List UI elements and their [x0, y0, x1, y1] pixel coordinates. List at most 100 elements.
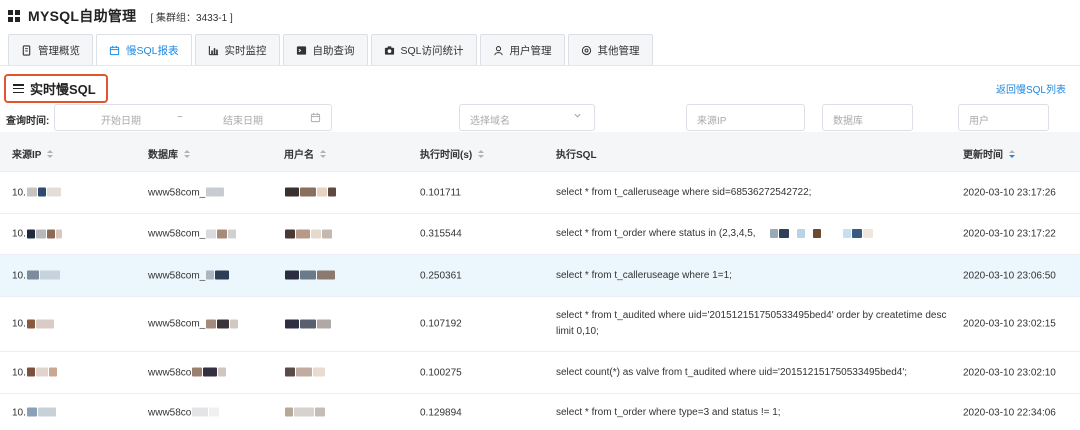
user-placeholder: 用户 [969, 116, 989, 127]
database-placeholder: 数据库 [833, 116, 863, 127]
section-title: 实时慢SQL [30, 82, 96, 97]
sort-icon[interactable] [320, 149, 326, 158]
column-label: 执行SQL [556, 150, 597, 161]
terminal-icon [296, 45, 306, 55]
database-cell: www58co [148, 407, 220, 418]
tab-user-management[interactable]: 用户管理 [479, 34, 565, 65]
column-label: 来源IP [12, 150, 42, 161]
column-label: 用户名 [284, 150, 314, 161]
tab-label: 自助查询 [312, 44, 355, 57]
table-row[interactable]: 10. www58co 0.100275 select count(*) as … [0, 352, 1080, 394]
source-ip-placeholder: 来源IP [697, 116, 727, 127]
sort-icon[interactable] [478, 149, 485, 158]
column-label: 执行时间(s) [420, 150, 473, 161]
tab-realtime-monitor[interactable]: 实时监控 [194, 34, 280, 65]
column-exec-sql: 执行SQL [556, 146, 597, 161]
sort-icon[interactable] [184, 149, 190, 158]
source-ip-cell: 10. [12, 319, 54, 330]
source-ip-cell: 10. [12, 229, 62, 240]
updated-time-cell: 2020-03-10 23:17:26 [963, 187, 1056, 198]
camera-icon [384, 45, 394, 55]
exec-sql-cell: select * from t_order where type=3 and s… [556, 406, 781, 418]
query-time-label: 查询时间: [6, 116, 50, 127]
exec-sql-cell: select * from t_calleruseage where sid=6… [556, 186, 812, 198]
column-username[interactable]: 用户名 [284, 146, 326, 161]
updated-time-cell: 2020-03-10 23:02:15 [963, 318, 1056, 330]
app-grid-icon [8, 10, 20, 22]
exec-sql-cell: select * from t_order where status in (2… [556, 226, 956, 242]
database-cell: www58com_ [148, 187, 225, 198]
slow-sql-table: 来源IP 数据库 用户名 执行时间(s) 执行SQL 更新时间 10. www5… [0, 132, 1080, 418]
source-ip-cell: 10. [12, 187, 61, 198]
exec-time-cell: 0.129894 [420, 407, 462, 418]
exec-sql-cell: select * from t_audited where uid='20151… [556, 310, 947, 337]
database-input[interactable]: 数据库 [822, 104, 913, 131]
table-row[interactable]: 10. www58com_ 0.315544 select * from t_o… [0, 214, 1080, 255]
tab-divider [0, 65, 1080, 66]
table-row[interactable]: 10. www58com_ 0.107192 select * from t_a… [0, 297, 1080, 352]
exec-sql-cell: select count(*) as valve from t_audited … [556, 366, 908, 378]
column-database[interactable]: 数据库 [148, 146, 190, 161]
source-ip-cell: 10. [12, 407, 56, 418]
calendar-icon [310, 112, 321, 123]
sort-icon[interactable] [1009, 149, 1015, 158]
tab-sql-access-stats[interactable]: SQL访问统计 [370, 34, 477, 65]
exec-sql-cell: select * from t_calleruseage where 1=1; [556, 269, 732, 281]
column-label: 数据库 [148, 150, 178, 161]
calendar-icon [109, 45, 120, 56]
tab-label: 管理概览 [38, 44, 80, 57]
chart-icon [208, 45, 218, 55]
back-to-slow-sql-list-link[interactable]: 返回慢SQL列表 [996, 81, 1066, 96]
tab-label: 用户管理 [509, 44, 552, 57]
username-cell [284, 229, 332, 240]
tab-label: SQL访问统计 [400, 44, 464, 57]
username-cell [284, 187, 336, 198]
database-cell: www58com_ [148, 229, 237, 240]
date-range-picker[interactable]: 开始日期 ~ 结束日期 [54, 104, 332, 131]
document-icon [22, 44, 31, 56]
username-cell [284, 270, 335, 281]
source-ip-cell: 10. [12, 367, 57, 378]
tab-self-query[interactable]: 自助查询 [282, 34, 368, 65]
updated-time-cell: 2020-03-10 23:17:22 [963, 228, 1056, 240]
user-input[interactable]: 用户 [958, 104, 1049, 131]
column-updated-time[interactable]: 更新时间 [963, 146, 1015, 161]
start-date-input[interactable]: 开始日期 [101, 112, 141, 127]
tab-label: 实时监控 [224, 44, 267, 57]
database-cell: www58com_ [148, 319, 239, 330]
table-row[interactable]: 10. www58co 0.129894 select * from t_ord… [0, 394, 1080, 430]
exec-time-cell: 0.107192 [420, 318, 462, 330]
exec-time-cell: 0.100275 [420, 367, 462, 378]
database-cell: www58com_ [148, 270, 230, 281]
column-label: 更新时间 [963, 150, 1003, 161]
end-date-input[interactable]: 结束日期 [223, 112, 263, 127]
domain-select-placeholder: 选择域名 [470, 116, 510, 127]
tab-other-management[interactable]: 其他管理 [567, 34, 653, 65]
source-ip-input[interactable]: 来源IP [686, 104, 805, 131]
exec-time-cell: 0.101711 [420, 187, 461, 198]
tab-label: 慢SQL报表 [126, 45, 179, 57]
updated-time-cell: 2020-03-10 22:34:06 [963, 407, 1056, 418]
list-icon [13, 84, 24, 93]
tab-overview[interactable]: 管理概览 [8, 34, 93, 65]
username-cell [284, 367, 325, 378]
date-separator: ~ [177, 112, 183, 123]
column-source-ip[interactable]: 来源IP [12, 146, 54, 161]
table-row[interactable]: 10. www58com_ 0.250361 select * from t_c… [0, 255, 1080, 297]
updated-time-cell: 2020-03-10 23:06:50 [963, 270, 1056, 281]
database-cell: www58co [148, 367, 227, 378]
table-row[interactable]: 10. www58com_ 0.101711 select * from t_c… [0, 172, 1080, 214]
exec-time-cell: 0.315544 [420, 228, 462, 240]
domain-select[interactable]: 选择域名 [459, 104, 595, 131]
table-header: 来源IP 数据库 用户名 执行时间(s) 执行SQL 更新时间 [0, 132, 1080, 172]
column-exec-time[interactable]: 执行时间(s) [420, 146, 485, 161]
main-tabs: 管理概览 慢SQL报表 实时监控 自助查询 SQL访问统计 用户管理 其他管理 [8, 34, 653, 66]
user-icon [493, 45, 503, 55]
settings-icon [581, 45, 591, 55]
username-cell [284, 319, 331, 330]
tab-slow-sql-report[interactable]: 慢SQL报表 [96, 34, 192, 66]
exec-time-cell: 0.250361 [420, 270, 462, 281]
app-title: MYSQL自助管理 [28, 8, 137, 24]
sort-icon[interactable] [47, 149, 54, 158]
tab-label: 其他管理 [597, 44, 640, 57]
